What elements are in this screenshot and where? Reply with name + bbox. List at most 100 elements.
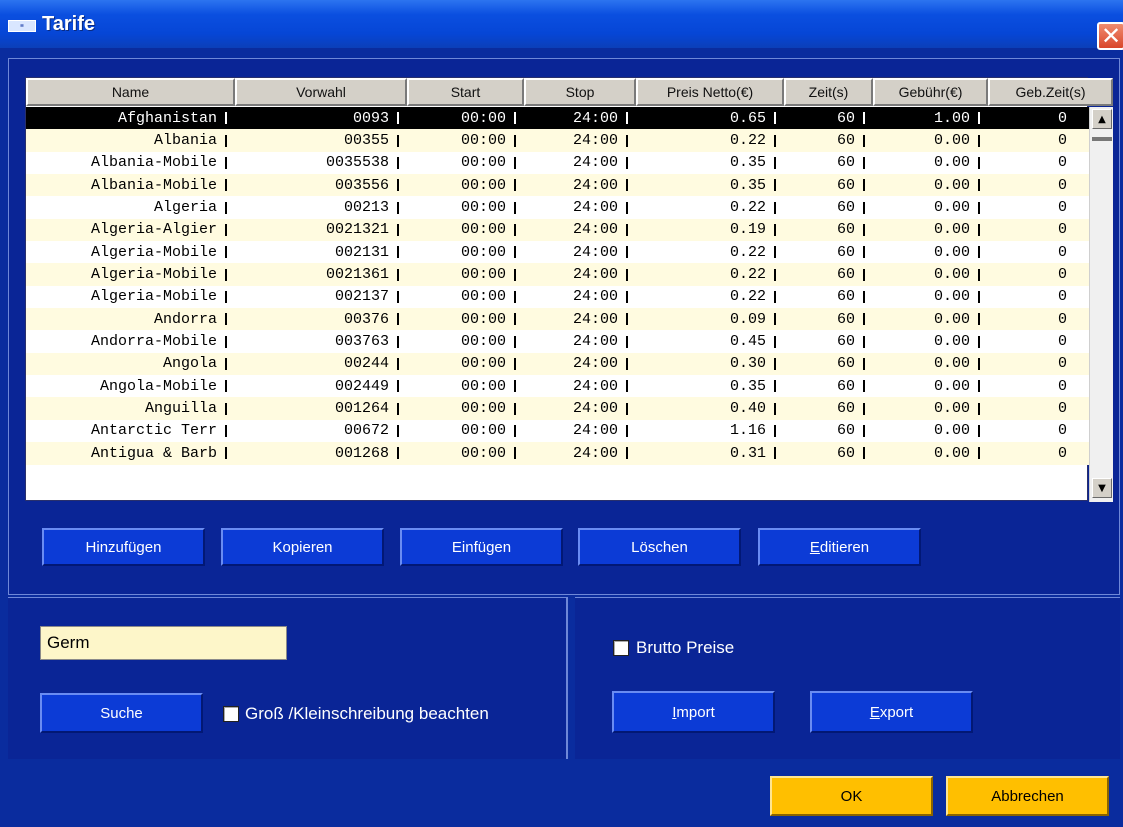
column-header-geb-zeit[interactable]: Geb.Zeit(s) bbox=[988, 78, 1113, 106]
column-separator bbox=[626, 290, 628, 303]
title-bar[interactable]: ≡ Tarife bbox=[0, 0, 1123, 48]
cell-vorwahl: 00376 bbox=[235, 308, 407, 330]
cell-gebuehr-text: 0.00 bbox=[933, 132, 970, 150]
table-row[interactable]: Angola 00244 00:00 24:00 0.30 60 0.00 0 bbox=[26, 352, 1089, 376]
column-header-stop[interactable]: Stop bbox=[524, 78, 636, 106]
cell-gebuehr: 0.00 bbox=[873, 174, 988, 196]
cell-preis-netto: 0.30 bbox=[636, 353, 784, 375]
cell-name-text: Algeria-Algier bbox=[90, 221, 217, 239]
column-separator bbox=[863, 156, 865, 169]
column-separator bbox=[397, 268, 399, 281]
cell-stop: 24:00 bbox=[524, 330, 636, 352]
table-row[interactable]: Antigua & Barb 001268 00:00 24:00 0.31 60 0.00… bbox=[26, 442, 1089, 465]
column-separator bbox=[978, 447, 980, 460]
column-header-zeit[interactable]: Zeit(s) bbox=[784, 78, 873, 106]
cell-start: 00:00 bbox=[407, 219, 524, 241]
column-separator bbox=[626, 179, 628, 192]
cell-vorwahl-text: 00213 bbox=[343, 199, 389, 217]
table-row[interactable]: Andorra 00376 00:00 24:00 0.09 60 0.00 0 bbox=[26, 308, 1089, 331]
column-separator bbox=[774, 179, 776, 192]
cell-geb-zeit-text: 0 bbox=[1057, 422, 1067, 440]
cell-preis-netto-text: 0.40 bbox=[729, 400, 766, 418]
table-scrollbar[interactable]: ▲ ▼ bbox=[1089, 107, 1113, 502]
cell-name: Afghanistan bbox=[26, 107, 235, 129]
cell-start: 00:00 bbox=[407, 420, 524, 442]
edit-button[interactable]: Editieren bbox=[758, 528, 921, 566]
copy-button[interactable]: Kopieren bbox=[221, 528, 384, 566]
cell-zeit-text: 60 bbox=[836, 221, 855, 239]
column-separator bbox=[774, 246, 776, 259]
cell-preis-netto-text: 0.09 bbox=[729, 310, 766, 328]
cell-geb-zeit: 0 bbox=[988, 330, 1089, 352]
search-input[interactable]: Germ bbox=[40, 626, 287, 660]
cell-zeit-text: 60 bbox=[836, 422, 855, 440]
column-separator bbox=[225, 201, 227, 214]
scrollbar-thumb[interactable] bbox=[1092, 137, 1112, 141]
column-separator bbox=[397, 201, 399, 214]
cell-name-text: Afghanistan bbox=[117, 109, 217, 127]
close-button[interactable]: ✕ bbox=[1097, 22, 1123, 50]
table-row[interactable]: Algeria 00213 00:00 24:00 0.22 60 0.00 0 bbox=[26, 196, 1089, 219]
table-row[interactable]: Afghanistan 0093 00:00 24:00 0.65 60 1.00 0 bbox=[26, 107, 1089, 130]
cell-name-text: Algeria-Mobile bbox=[90, 266, 217, 284]
column-header-name[interactable]: Name bbox=[26, 78, 235, 106]
column-separator bbox=[626, 380, 628, 393]
cell-gebuehr: 0.00 bbox=[873, 241, 988, 263]
cell-vorwahl-text: 0021361 bbox=[325, 266, 389, 284]
table-row[interactable]: Antarctic Terr 00672 00:00 24:00 1.16 60 0.00 0 bbox=[26, 419, 1089, 443]
scroll-down-button[interactable]: ▼ bbox=[1092, 478, 1112, 498]
search-button[interactable]: Suche bbox=[40, 693, 203, 733]
column-separator bbox=[774, 268, 776, 281]
import-button[interactable]: Import bbox=[612, 691, 775, 733]
column-header-preis-netto[interactable]: Preis Netto(€) bbox=[636, 78, 784, 106]
cell-name: Albania bbox=[26, 129, 235, 151]
cell-gebuehr-text: 0.00 bbox=[933, 221, 970, 239]
table-row[interactable]: Algeria-Algier 0021321 00:00 24:00 0.19 60 0.0… bbox=[26, 218, 1089, 242]
column-separator bbox=[397, 179, 399, 192]
paste-button[interactable]: Einfügen bbox=[400, 528, 563, 566]
column-header-start[interactable]: Start bbox=[407, 78, 524, 106]
cell-preis-netto-text: 0.35 bbox=[729, 377, 766, 395]
table-row[interactable]: Albania-Mobile 0035538 00:00 24:00 0.35 60 0.0… bbox=[26, 151, 1089, 175]
column-separator bbox=[225, 357, 227, 370]
add-button[interactable]: Hinzufügen bbox=[42, 528, 205, 566]
table-row[interactable]: Algeria-Mobile 002137 00:00 24:00 0.22 60 0.00… bbox=[26, 285, 1089, 309]
cell-vorwahl-text: 002449 bbox=[334, 377, 389, 395]
cell-gebuehr: 0.00 bbox=[873, 420, 988, 442]
cell-gebuehr: 0.00 bbox=[873, 152, 988, 174]
column-header-vorwahl[interactable]: Vorwahl bbox=[235, 78, 407, 106]
table-row[interactable]: Andorra-Mobile 003763 00:00 24:00 0.45 60 0.00… bbox=[26, 330, 1089, 353]
ok-button[interactable]: OK bbox=[770, 776, 933, 816]
cell-geb-zeit-text: 0 bbox=[1057, 333, 1067, 351]
table-row[interactable]: Angola-Mobile 002449 00:00 24:00 0.35 60 0.00 0 bbox=[26, 375, 1089, 398]
gross-prices-checkbox[interactable] bbox=[613, 640, 629, 656]
tariff-table: Name Vorwahl Start Stop Preis Netto(€) Z… bbox=[25, 77, 1113, 502]
export-button[interactable]: Export bbox=[810, 691, 973, 733]
table-row[interactable]: Albania 00355 00:00 24:00 0.22 60 0.00 0 bbox=[26, 129, 1089, 152]
cell-name-text: Angola-Mobile bbox=[99, 377, 217, 395]
column-separator bbox=[626, 313, 628, 326]
cell-name: Algeria bbox=[26, 196, 235, 218]
column-separator bbox=[514, 201, 516, 214]
cancel-button[interactable]: Abbrechen bbox=[946, 776, 1109, 816]
cell-vorwahl: 0021361 bbox=[235, 263, 407, 285]
cell-vorwahl: 003763 bbox=[235, 330, 407, 352]
cell-preis-netto: 0.22 bbox=[636, 129, 784, 151]
table-row[interactable]: Albania-Mobile 003556 00:00 24:00 0.35 60 0.00… bbox=[26, 174, 1089, 197]
case-sensitive-checkbox[interactable] bbox=[223, 706, 239, 722]
delete-button[interactable]: Löschen bbox=[578, 528, 741, 566]
table-row[interactable]: Algeria-Mobile 0021361 00:00 24:00 0.22 60 0.0… bbox=[26, 263, 1089, 286]
table-row[interactable]: Algeria-Mobile 002131 00:00 24:00 0.22 60 0.00… bbox=[26, 241, 1089, 264]
cell-zeit: 60 bbox=[784, 129, 873, 151]
scroll-up-button[interactable]: ▲ bbox=[1092, 109, 1112, 129]
column-separator bbox=[397, 112, 399, 125]
column-header-gebuehr[interactable]: Gebühr(€) bbox=[873, 78, 988, 106]
cell-start: 00:00 bbox=[407, 308, 524, 330]
cell-vorwahl-text: 0035538 bbox=[325, 154, 389, 172]
cell-gebuehr-text: 0.00 bbox=[933, 400, 970, 418]
column-separator bbox=[626, 156, 628, 169]
cell-gebuehr-text: 0.00 bbox=[933, 266, 970, 284]
cell-preis-netto: 0.22 bbox=[636, 196, 784, 218]
table-row[interactable]: Anguilla 001264 00:00 24:00 0.40 60 0.00 0 bbox=[26, 397, 1089, 420]
cell-gebuehr-text: 1.00 bbox=[933, 109, 970, 127]
